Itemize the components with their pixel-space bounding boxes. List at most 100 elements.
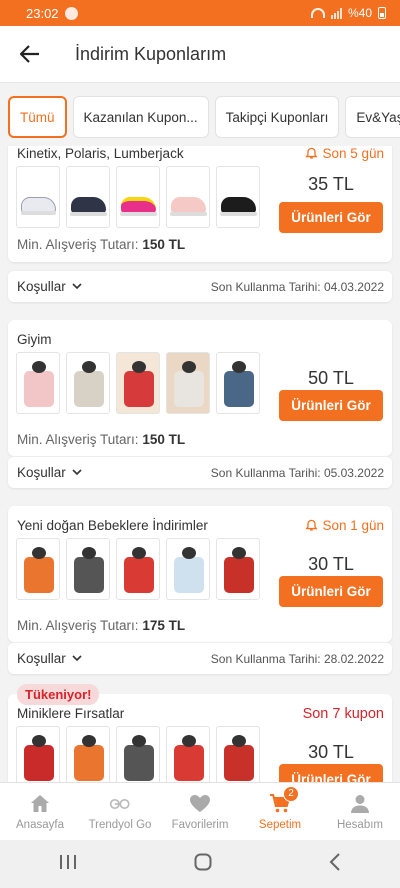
coupon-title: Yeni doğan Bebeklere İndirimler bbox=[17, 518, 208, 533]
chevron-down-icon bbox=[72, 655, 82, 662]
signal-icon bbox=[330, 7, 342, 19]
status-time: 23:02 bbox=[26, 5, 59, 21]
view-products-button[interactable]: Ürünleri Gör bbox=[279, 390, 383, 421]
bell-icon bbox=[305, 519, 319, 531]
system-navigation-bar bbox=[0, 840, 400, 888]
coupon-card: Yeni doğan Bebeklere İndirimler Son 1 gü… bbox=[8, 506, 392, 642]
expiry-date: Son Kullanma Tarihi: 28.02.2022 bbox=[210, 651, 384, 666]
product-thumbnail[interactable] bbox=[216, 352, 260, 414]
product-thumbnail[interactable] bbox=[66, 166, 110, 228]
product-thumbnail[interactable] bbox=[16, 726, 60, 782]
nav-label: Anasayfa bbox=[16, 818, 64, 831]
product-thumbnail[interactable] bbox=[216, 726, 260, 782]
min-spend: Min. Alışveriş Tutarı: 150 TL bbox=[17, 432, 186, 447]
product-thumbnail[interactable] bbox=[66, 726, 110, 782]
status-bar: 23:02 %40 bbox=[0, 0, 400, 26]
user-icon bbox=[349, 793, 371, 815]
view-products-button[interactable]: Ürünleri Gör bbox=[279, 764, 383, 782]
coupon-expiry-text: Son 1 gün bbox=[322, 518, 384, 533]
tab-home-living[interactable]: Ev&Yaş bbox=[345, 96, 400, 138]
coupon-expiry: Son 1 gün bbox=[305, 518, 384, 533]
chevron-down-icon bbox=[72, 283, 82, 290]
min-spend: Min. Alışveriş Tutarı: 175 TL bbox=[17, 618, 186, 633]
tab-follower-coupons[interactable]: Takipçi Kuponları bbox=[214, 96, 340, 138]
conditions-toggle[interactable]: Koşullar bbox=[17, 651, 82, 666]
wifi-icon bbox=[310, 8, 325, 18]
product-thumbnails bbox=[16, 538, 260, 600]
bell-icon bbox=[305, 147, 319, 159]
product-thumbnail[interactable] bbox=[166, 538, 210, 600]
product-thumbnail[interactable] bbox=[116, 726, 160, 782]
home-button[interactable] bbox=[194, 853, 212, 876]
coupon-title: Miniklere Fırsatlar bbox=[17, 706, 125, 721]
product-thumbnail[interactable] bbox=[16, 352, 60, 414]
back-button[interactable] bbox=[0, 26, 60, 83]
coupon-amount: 35 TL bbox=[308, 174, 354, 194]
coupon-title: Kinetix, Polaris, Lumberjack bbox=[17, 146, 184, 161]
conditions-row: Koşullar Son Kullanma Tarihi: 28.02.2022 bbox=[8, 642, 392, 674]
nav-label: Trendyol Go bbox=[88, 818, 152, 831]
heart-icon bbox=[189, 793, 211, 815]
running-out-badge: Tükeniyor! bbox=[17, 684, 100, 705]
product-thumbnail[interactable] bbox=[216, 166, 260, 228]
product-thumbnails bbox=[16, 352, 260, 414]
product-thumbnail[interactable] bbox=[216, 538, 260, 600]
nav-favorites[interactable]: Favorilerim bbox=[160, 783, 240, 840]
expiry-date: Son Kullanma Tarihi: 04.03.2022 bbox=[210, 279, 384, 294]
home-circle-icon bbox=[194, 853, 212, 870]
view-products-button[interactable]: Ürünleri Gör bbox=[279, 576, 383, 607]
coupon-card: Kinetix, Polaris, Lumberjack Son 5 gün 3… bbox=[8, 146, 392, 262]
nav-account[interactable]: Hesabım bbox=[320, 783, 400, 840]
coupon-expiry: Son 5 gün bbox=[305, 146, 384, 161]
home-icon bbox=[29, 793, 51, 815]
nav-label: Favorilerim bbox=[171, 818, 229, 831]
chevron-down-icon bbox=[72, 469, 82, 476]
coupon-amount: 30 TL bbox=[308, 554, 354, 574]
nav-cart[interactable]: 2 Sepetim bbox=[240, 783, 320, 840]
nav-label: Hesabım bbox=[336, 818, 384, 831]
go-icon bbox=[109, 793, 131, 815]
product-thumbnails bbox=[16, 166, 260, 228]
coupon-title: Giyim bbox=[17, 332, 52, 347]
product-thumbnail[interactable] bbox=[166, 352, 210, 414]
product-thumbnail[interactable] bbox=[166, 726, 210, 782]
conditions-toggle[interactable]: Koşullar bbox=[17, 465, 82, 480]
battery-icon bbox=[378, 7, 386, 19]
conditions-row: Koşullar Son Kullanma Tarihi: 05.03.2022 bbox=[8, 456, 392, 488]
system-back-button[interactable] bbox=[329, 852, 341, 876]
app-header: İndirim Kuponlarım bbox=[0, 26, 400, 83]
page-title: İndirim Kuponlarım bbox=[75, 43, 227, 64]
coupon-amount: 30 TL bbox=[308, 742, 354, 762]
back-arrow-icon bbox=[20, 45, 39, 63]
chevron-left-icon bbox=[329, 852, 341, 871]
bottom-navigation: Anasayfa Trendyol Go Favorilerim 2 Sepet… bbox=[0, 782, 400, 840]
nav-label: Sepetim bbox=[258, 818, 302, 831]
coupon-list: Kinetix, Polaris, Lumberjack Son 5 gün 3… bbox=[0, 146, 400, 782]
notification-icon bbox=[64, 6, 78, 20]
nav-trendyol-go[interactable]: Trendyol Go bbox=[80, 783, 160, 840]
cart-icon: 2 bbox=[269, 785, 299, 815]
product-thumbnail[interactable] bbox=[116, 166, 160, 228]
coupon-expiry-text: Son 5 gün bbox=[322, 146, 384, 161]
product-thumbnail[interactable] bbox=[166, 166, 210, 228]
conditions-toggle[interactable]: Koşullar bbox=[17, 279, 82, 294]
cart-count-badge: 2 bbox=[283, 785, 299, 802]
tab-earned-coupons[interactable]: Kazanılan Kupon... bbox=[72, 96, 209, 138]
min-spend: Min. Alışveriş Tutarı: 150 TL bbox=[17, 237, 186, 252]
product-thumbnail[interactable] bbox=[66, 538, 110, 600]
coupon-card: Tükeniyor! Miniklere Fırsatlar Son 7 kup… bbox=[8, 684, 392, 782]
product-thumbnail[interactable] bbox=[16, 538, 60, 600]
view-products-button[interactable]: Ürünleri Gör bbox=[279, 202, 383, 233]
product-thumbnails bbox=[16, 726, 260, 782]
nav-home[interactable]: Anasayfa bbox=[0, 783, 80, 840]
recent-apps-button[interactable] bbox=[59, 854, 77, 875]
product-thumbnail[interactable] bbox=[66, 352, 110, 414]
coupon-remaining: Son 7 kupon bbox=[302, 706, 384, 722]
product-thumbnail[interactable] bbox=[116, 352, 160, 414]
product-thumbnail[interactable] bbox=[16, 166, 60, 228]
battery-percent: %40 bbox=[347, 6, 372, 20]
conditions-row: Koşullar Son Kullanma Tarihi: 04.03.2022 bbox=[8, 270, 392, 302]
tab-all[interactable]: Tümü bbox=[8, 96, 67, 138]
product-thumbnail[interactable] bbox=[116, 538, 160, 600]
recent-apps-icon bbox=[59, 854, 76, 869]
